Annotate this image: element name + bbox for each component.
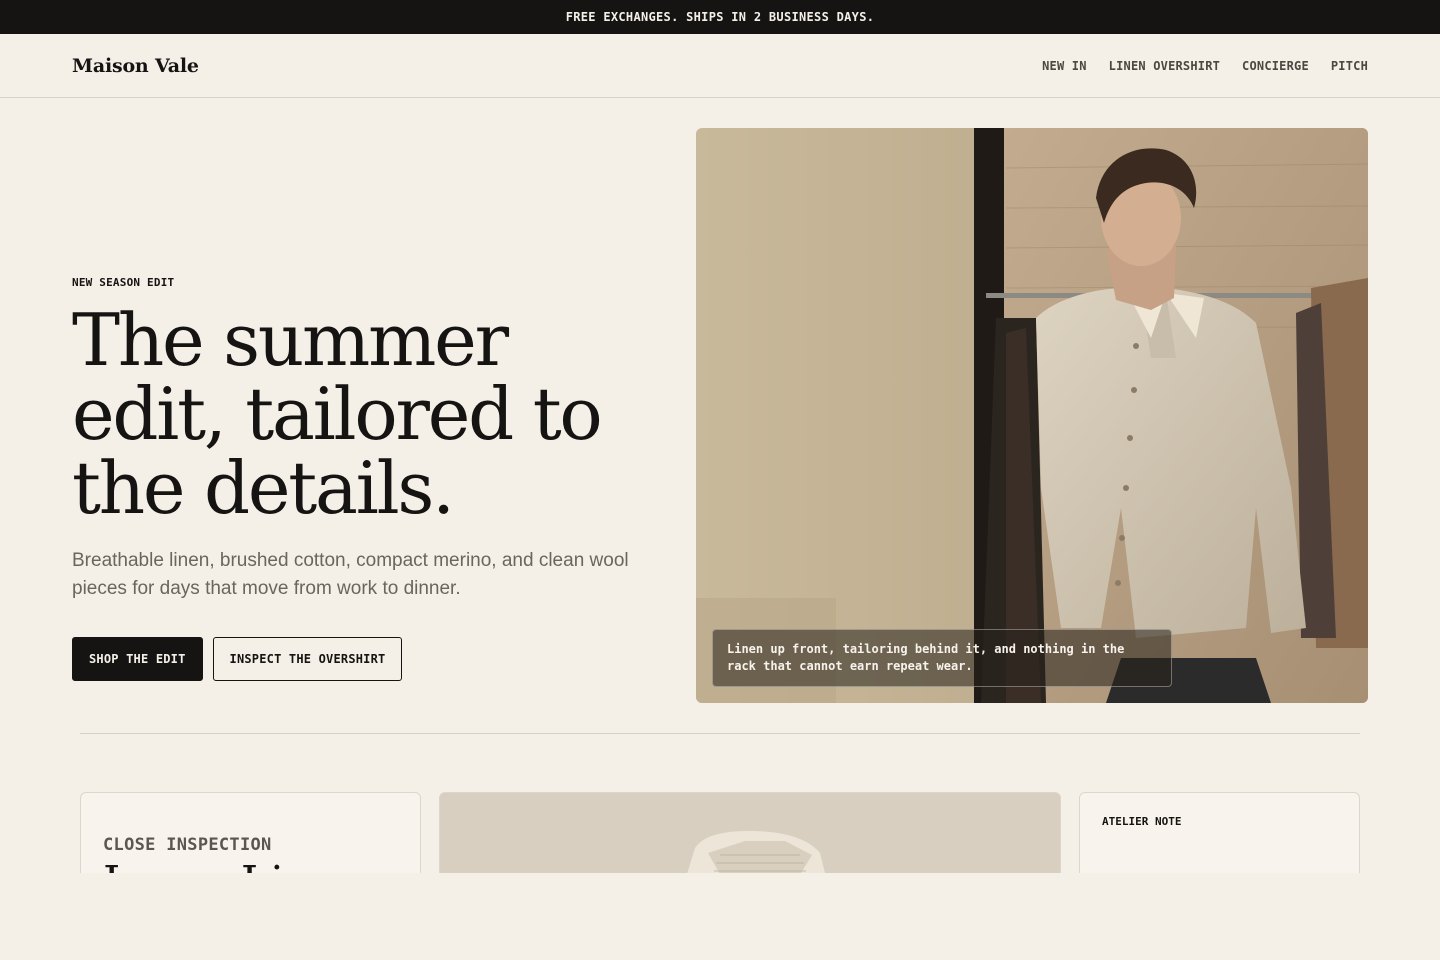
headline-line-2: edit, tailored to [72,372,603,456]
headline-line-1: The summer [72,298,509,382]
section-divider [80,733,1360,734]
hero-ctas: SHOP THE EDIT INSPECT THE OVERSHIRT [72,637,672,681]
hero-headline: The summer edit, tailored to the details… [72,303,672,525]
inspection-eyebrow: CLOSE INSPECTION [103,835,272,855]
hero-caption: Linen up front, tailoring behind it, and… [712,629,1172,687]
atelier-eyebrow: ATELIER NOTE [1102,815,1182,828]
shop-the-edit-button[interactable]: SHOP THE EDIT [72,637,203,681]
hero-eyebrow: NEW SEASON EDIT [72,276,175,289]
hero-subcopy: Breathable linen, brushed cotton, compac… [72,550,629,599]
nav-concierge[interactable]: CONCIERGE [1242,59,1309,73]
nav-pitch[interactable]: PITCH [1331,59,1368,73]
hero-copy: NEW SEASON EDIT The summer edit, tailore… [72,276,672,681]
brand-logo[interactable]: Maison Vale [72,55,199,77]
promo-text: FREE EXCHANGES. SHIPS IN 2 BUSINESS DAYS… [565,10,875,24]
promo-bar: FREE EXCHANGES. SHIPS IN 2 BUSINESS DAYS… [0,0,1440,34]
main-nav: NEW IN LINEN OVERSHIRT CONCIERGE PITCH [1042,59,1368,73]
page-fold [0,873,1440,960]
hero-image: Linen up front, tailoring behind it, and… [696,128,1368,703]
site-header: Maison Vale NEW IN LINEN OVERSHIRT CONCI… [0,34,1440,98]
inspect-overshirt-button[interactable]: INSPECT THE OVERSHIRT [212,637,403,681]
headline-line-3: the details. [72,446,455,530]
nav-new-in[interactable]: NEW IN [1042,59,1087,73]
hero-photo [696,128,1368,703]
nav-linen-overshirt[interactable]: LINEN OVERSHIRT [1109,59,1220,73]
